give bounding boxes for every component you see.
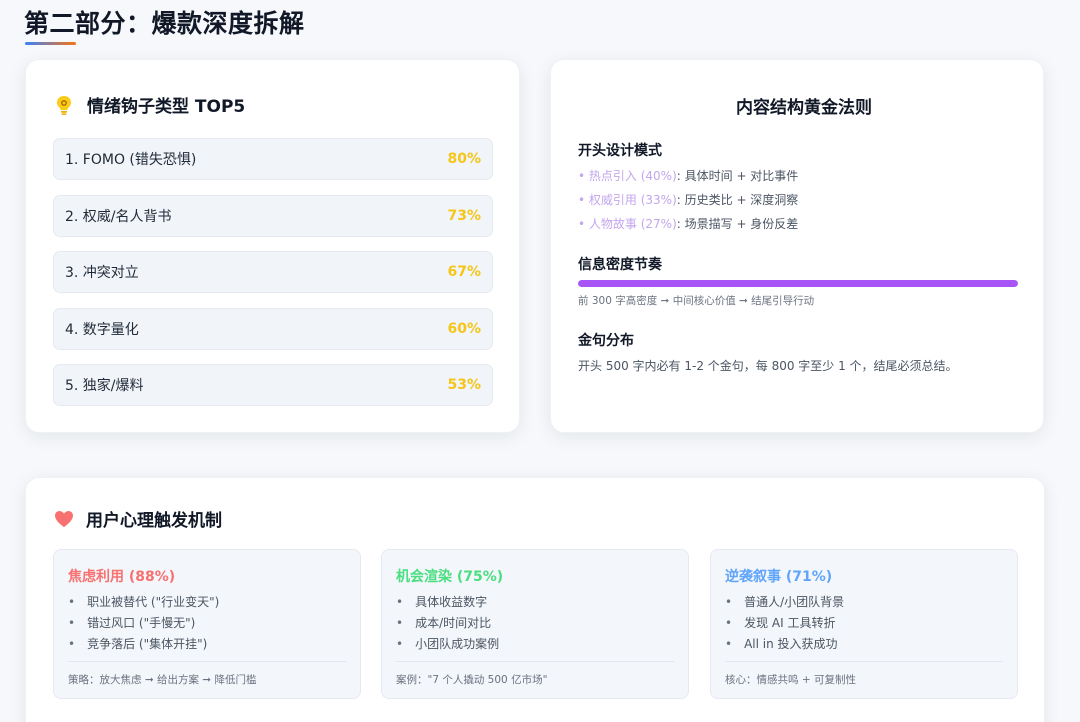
pattern-desc: : 场景描写 + 身份反差 bbox=[676, 217, 799, 231]
content-structure-card: 内容结构黄金法则 开头设计模式 • 热点引入 (40%): 具体时间 + 对比事… bbox=[550, 59, 1044, 433]
user-psychology-card: 用户心理触发机制 焦虑利用 (88%) • 职业被替代 ("行业变天") • 错过风… bbox=[25, 477, 1045, 722]
hook-label: 4. 数字量化 bbox=[65, 322, 139, 338]
opening-pattern-item: • 权威引用 (33%): 历史类比 + 深度洞察 bbox=[578, 191, 798, 208]
psych-mechanism-box: 焦虑利用 (88%) • 职业被替代 ("行业变天") • 错过风口 ("手慢无")… bbox=[53, 549, 361, 699]
hooks-card-title: 情绪钩子类型 TOP5 bbox=[87, 97, 246, 117]
pattern-desc: : 具体时间 + 对比事件 bbox=[676, 169, 799, 183]
mechanism-title: 逆袭叙事 (71%) bbox=[725, 569, 833, 585]
divider bbox=[725, 661, 1003, 662]
list-item-text: 小团队成功案例 bbox=[415, 637, 500, 651]
density-progress-bar bbox=[578, 280, 1018, 287]
hook-item: 1. FOMO (错失恐惧) 80% bbox=[53, 138, 493, 180]
title-underline bbox=[25, 42, 76, 45]
hook-item: 3. 冲突对立 67% bbox=[53, 251, 493, 293]
lightbulb-icon bbox=[57, 95, 71, 115]
heart-icon bbox=[55, 510, 73, 527]
list-item: • 具体收益数字 bbox=[396, 592, 499, 613]
density-note: 前 300 字高密度 ➞ 中间核心价值 ➞ 结尾引导行动 bbox=[578, 295, 815, 307]
divider bbox=[396, 661, 674, 662]
list-item: • 错过风口 ("手慢无") bbox=[68, 613, 219, 634]
mechanism-list: • 职业被替代 ("行业变天") • 错过风口 ("手慢无") • 竞争落后 ("集体… bbox=[68, 592, 219, 655]
mechanism-footnote: 案例："7 个人撬动 500 亿市场" bbox=[396, 674, 548, 686]
mechanism-title: 机会渲染 (75%) bbox=[396, 569, 504, 585]
hook-label: 2. 权威/名人背书 bbox=[65, 209, 172, 225]
emotion-hooks-card: 情绪钩子类型 TOP5 1. FOMO (错失恐惧) 80% 2. 权威/名人背… bbox=[25, 59, 520, 433]
rules-card-title: 内容结构黄金法则 bbox=[736, 98, 872, 118]
opening-pattern-item: • 人物故事 (27%): 场景描写 + 身份反差 bbox=[578, 215, 798, 232]
opening-section-title: 开头设计模式 bbox=[578, 143, 662, 159]
mechanism-footnote: 核心：情感共鸣 + 可复制性 bbox=[725, 674, 856, 686]
list-item: • All in 投入获成功 bbox=[725, 634, 844, 655]
hooks-card-header: 情绪钩子类型 TOP5 bbox=[53, 92, 245, 117]
hook-percentage: 73% bbox=[447, 208, 481, 224]
hook-label: 1. FOMO (错失恐惧) bbox=[65, 152, 197, 168]
pattern-key: 人物故事 (27%) bbox=[588, 217, 677, 231]
list-item-text: 发现 AI 工具转折 bbox=[744, 616, 836, 630]
bullet-dot: • bbox=[578, 193, 586, 207]
bullet-dot: • bbox=[578, 169, 586, 183]
divider bbox=[68, 661, 346, 662]
list-item: • 竞争落后 ("集体开挂") bbox=[68, 634, 219, 655]
list-item: • 成本/时间对比 bbox=[396, 613, 499, 634]
list-item-text: 成本/时间对比 bbox=[415, 616, 492, 630]
mechanism-footnote: 策略：放大焦虑 ➞ 给出方案 ➞ 降低门槛 bbox=[68, 674, 257, 686]
density-progress-fill bbox=[578, 280, 1018, 287]
opening-pattern-item: • 热点引入 (40%): 具体时间 + 对比事件 bbox=[578, 167, 798, 184]
hook-percentage: 67% bbox=[447, 264, 481, 280]
hook-percentage: 80% bbox=[447, 151, 481, 167]
psych-mechanism-box: 逆袭叙事 (71%) • 普通人/小团队背景 • 发现 AI 工具转折 • All i… bbox=[710, 549, 1018, 699]
psych-mechanism-box: 机会渲染 (75%) • 具体收益数字 • 成本/时间对比 • 小团队成功案例 案例：… bbox=[381, 549, 689, 699]
hook-item: 2. 权威/名人背书 73% bbox=[53, 195, 493, 237]
list-item: • 普通人/小团队背景 bbox=[725, 592, 844, 613]
mechanism-list: • 具体收益数字 • 成本/时间对比 • 小团队成功案例 bbox=[396, 592, 499, 655]
list-item: • 职业被替代 ("行业变天") bbox=[68, 592, 219, 613]
list-item-text: 竞争落后 ("集体开挂") bbox=[87, 637, 208, 651]
quotes-description: 开头 500 字内必有 1-2 个金句，每 800 字至少 1 个，结尾必须总结… bbox=[578, 359, 958, 373]
list-item: • 发现 AI 工具转折 bbox=[725, 613, 844, 634]
psych-card-title: 用户心理触发机制 bbox=[86, 511, 222, 531]
list-item-text: 职业被替代 ("行业变天") bbox=[87, 595, 220, 609]
list-item-text: All in 投入获成功 bbox=[744, 637, 838, 651]
hook-percentage: 60% bbox=[447, 321, 481, 337]
pattern-key: 权威引用 (33%) bbox=[588, 193, 677, 207]
list-item-text: 错过风口 ("手慢无") bbox=[87, 616, 196, 630]
mechanism-title: 焦虑利用 (88%) bbox=[68, 569, 176, 585]
list-item-text: 普通人/小团队背景 bbox=[744, 595, 845, 609]
list-item-text: 具体收益数字 bbox=[415, 595, 488, 609]
hook-label: 3. 冲突对立 bbox=[65, 265, 139, 281]
psych-card-header: 用户心理触发机制 bbox=[54, 506, 222, 531]
hook-label: 5. 独家/爆料 bbox=[65, 378, 144, 394]
pattern-key: 热点引入 (40%) bbox=[588, 169, 677, 183]
hook-item: 5. 独家/爆料 53% bbox=[53, 364, 493, 406]
quotes-section-title: 金句分布 bbox=[578, 333, 634, 349]
pattern-desc: : 历史类比 + 深度洞察 bbox=[676, 193, 799, 207]
bullet-dot: • bbox=[578, 217, 586, 231]
hook-percentage: 53% bbox=[447, 377, 481, 393]
list-item: • 小团队成功案例 bbox=[396, 634, 499, 655]
mechanism-list: • 普通人/小团队背景 • 发现 AI 工具转折 • All in 投入获成功 bbox=[725, 592, 844, 655]
hook-item: 4. 数字量化 60% bbox=[53, 308, 493, 350]
page-title: 第二部分：爆款深度拆解 bbox=[24, 9, 305, 38]
density-section-title: 信息密度节奏 bbox=[578, 257, 662, 273]
